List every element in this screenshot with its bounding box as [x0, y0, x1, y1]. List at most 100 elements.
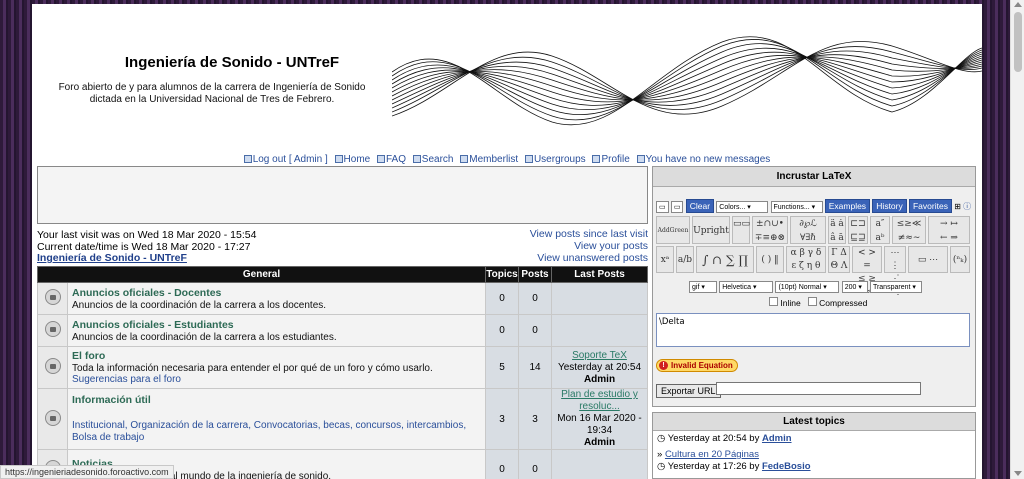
nav-logout[interactable]: Log out [ Admin ] — [243, 154, 328, 165]
page: Ingeniería de Sonido - UNTreF Foro abier… — [32, 4, 982, 479]
last-post-author[interactable]: Admin — [584, 374, 615, 385]
latex-panel-title: Incrustar LaTeX — [653, 167, 975, 187]
last-post-author[interactable]: Admin — [584, 437, 615, 448]
scroll-thumb[interactable] — [1014, 12, 1022, 72]
export-url-button[interactable]: Exportar URL — [656, 384, 721, 398]
table-row: El foro Toda la información necesaria pa… — [37, 346, 648, 389]
logout-icon — [243, 155, 252, 163]
inline-label: Inline — [780, 298, 801, 308]
format-select[interactable]: gif ▾ — [689, 281, 717, 293]
functions-select[interactable]: Functions... ▾ — [770, 201, 823, 213]
size-select[interactable]: (10pt) Normal ▾ — [775, 281, 840, 293]
last-post-link[interactable]: Plan de estudio y resoluc... — [561, 389, 638, 412]
subforum-link[interactable]: Bolsa de trabajo — [72, 432, 144, 443]
help-icon[interactable]: ⓘ — [963, 202, 971, 211]
forum-home-link[interactable]: Ingeniería de Sonido - UNTreF — [37, 252, 187, 264]
site-description: Foro abierto de y para alumnos de la car… — [58, 82, 366, 105]
superscript-icon[interactable]: a″ aᵇ — [870, 216, 890, 244]
topic-link[interactable]: Cultura en 20 Páginas — [665, 449, 759, 460]
dpi-select[interactable]: 200 ▾ — [841, 281, 868, 293]
inline-checkbox[interactable] — [769, 297, 778, 306]
last-post-link[interactable]: Soporte TeX — [572, 350, 627, 361]
latest-topics-panel: Latest topics ◷ Yesterday at 20:54 by Ad… — [652, 412, 976, 479]
colors-select[interactable]: Colors... ▾ — [716, 201, 769, 213]
latex-toolbar: ▭ ▭ Clear Colors... ▾ Functions... ▾ Exa… — [656, 199, 971, 213]
table-row: Anuncios oficiales - Estudiantes Anuncio… — [37, 314, 648, 347]
matrix-icon[interactable]: ▭▭ — [732, 216, 750, 244]
forum-table: General Topics Posts Last Posts Anuncios… — [37, 266, 648, 479]
topics-count: 0 — [485, 282, 519, 315]
messages-icon — [636, 155, 645, 163]
vertical-scrollbar[interactable] — [1010, 0, 1024, 479]
background-select[interactable]: Transparent ▾ — [869, 281, 922, 293]
faq-icon — [377, 155, 385, 163]
scroll-up-icon[interactable] — [1014, 2, 1022, 7]
usergroups-icon — [524, 155, 533, 163]
nav-search[interactable]: Search — [412, 154, 453, 165]
preview-icon[interactable]: ▭ — [670, 201, 684, 213]
favorites-button[interactable]: Favorites — [908, 199, 952, 213]
forum-locked-icon — [44, 289, 61, 305]
posts-count: 3 — [518, 388, 552, 450]
binomial-icon[interactable]: (ⁿₖ) — [950, 246, 970, 273]
forum-link-el-foro[interactable]: El foro — [72, 350, 105, 362]
view-posts-since-last-visit-link[interactable]: View posts since last visit — [452, 228, 648, 240]
nav-messages[interactable]: You have no new messages — [636, 154, 770, 165]
latex-render-options: gif ▾ Helvetica ▾ (10pt) Normal ▾ 200 ▾ … — [689, 281, 922, 293]
subforum-link[interactable]: Convocatorias, becas, concursos, interca… — [254, 420, 466, 431]
accents-icon[interactable]: ä ȧâ ā — [828, 216, 846, 244]
greek-lower-icon[interactable]: α β γ δε ζ η θ — [786, 246, 826, 273]
compressed-checkbox[interactable] — [807, 297, 817, 306]
integral-sum-icon[interactable]: ∫ ∩ ∑ ∏ — [696, 246, 754, 273]
brackets-icon[interactable]: ⊏⊐ ⊑⊒ — [848, 216, 868, 244]
forum-locked-icon — [44, 321, 61, 337]
scroll-down-icon[interactable] — [1014, 471, 1022, 476]
nav-memberlist[interactable]: Memberlist — [460, 154, 518, 165]
layout-icon[interactable]: ▭ ⋯ — [908, 246, 948, 273]
dots-icon[interactable]: ⋯ ⋮⋰ ⋱ — [884, 246, 906, 297]
list-item: ◷ Yesterday at 20:54 by Admin — [657, 433, 792, 444]
clear-button[interactable]: Clear — [685, 199, 715, 213]
latex-symbol-grid: AddGreen Upright ▭▭ ±∩∪• ∓≡⊕⊗ ∂℘ℒ ∀∃ℏ ä ȧâ… — [656, 216, 972, 297]
memberlist-icon — [460, 155, 469, 163]
forum-link-informacion-util[interactable]: Información útil — [72, 394, 151, 406]
forum-link-estudiantes[interactable]: Anuncios oficiales - Estudiantes — [72, 319, 234, 331]
expand-icon[interactable]: ⊞ — [954, 202, 961, 211]
arrows-icon[interactable]: → ↦ ← ⇒ — [928, 216, 970, 244]
delimiters-icon[interactable]: ( ) ‖ — [756, 246, 784, 273]
latest-topics-list: ◷ Yesterday at 20:54 by Admin » Cultura … — [653, 431, 975, 475]
operators-icon[interactable]: ±∩∪• ∓≡⊕⊗ — [752, 216, 788, 244]
fraction-icon[interactable]: a/b — [676, 246, 694, 273]
forum-link-docentes[interactable]: Anuncios oficiales - Docentes — [72, 287, 221, 299]
subforum-link[interactable]: Institucional, — [72, 420, 128, 431]
font-select[interactable]: Helvetica ▾ — [719, 281, 774, 293]
ad-box — [37, 166, 648, 224]
posts-count: 0 — [518, 314, 552, 347]
nav-usergroups[interactable]: Usergroups — [524, 154, 586, 165]
examples-button[interactable]: Examples — [824, 199, 871, 213]
compressed-label: Compressed — [819, 298, 868, 308]
topic-author-link[interactable]: FedeBosio — [762, 461, 811, 472]
view-unanswered-posts-link[interactable]: View unanswered posts — [452, 252, 648, 264]
nav-faq[interactable]: FAQ — [377, 154, 406, 165]
power-icon[interactable]: xᵃ — [656, 246, 674, 273]
last-post-cell — [551, 449, 648, 479]
greek-upper-icon[interactable]: Γ ΔΘ Λ — [828, 246, 850, 273]
addgreen-button[interactable]: AddGreen — [656, 216, 690, 244]
camera-icon[interactable]: ▭ — [656, 201, 669, 213]
topic-author-link[interactable]: Admin — [762, 433, 792, 444]
view-your-posts-link[interactable]: View your posts — [452, 240, 648, 252]
upright-button[interactable]: Upright — [692, 216, 730, 244]
letters-icon[interactable]: ∂℘ℒ ∀∃ℏ — [790, 216, 826, 244]
comparison-icon[interactable]: < > =≤ ≥ ≈ — [852, 246, 882, 297]
nav-profile[interactable]: Profile — [592, 154, 630, 165]
latex-equation-input[interactable]: \Delta — [656, 313, 970, 347]
forum-description: Anuncios de la coordinación de la carrer… — [72, 331, 337, 343]
nav-home[interactable]: Home — [334, 154, 370, 165]
relations-icon[interactable]: ≤≥≪ ≠≈∼ — [892, 216, 926, 244]
last-post-cell — [551, 282, 648, 315]
export-url-field[interactable] — [716, 382, 921, 395]
history-button[interactable]: History — [872, 199, 907, 213]
subforum-link[interactable]: Organización de la carrera, — [130, 420, 251, 431]
subforum-link[interactable]: Sugerencias para el foro — [72, 374, 181, 385]
